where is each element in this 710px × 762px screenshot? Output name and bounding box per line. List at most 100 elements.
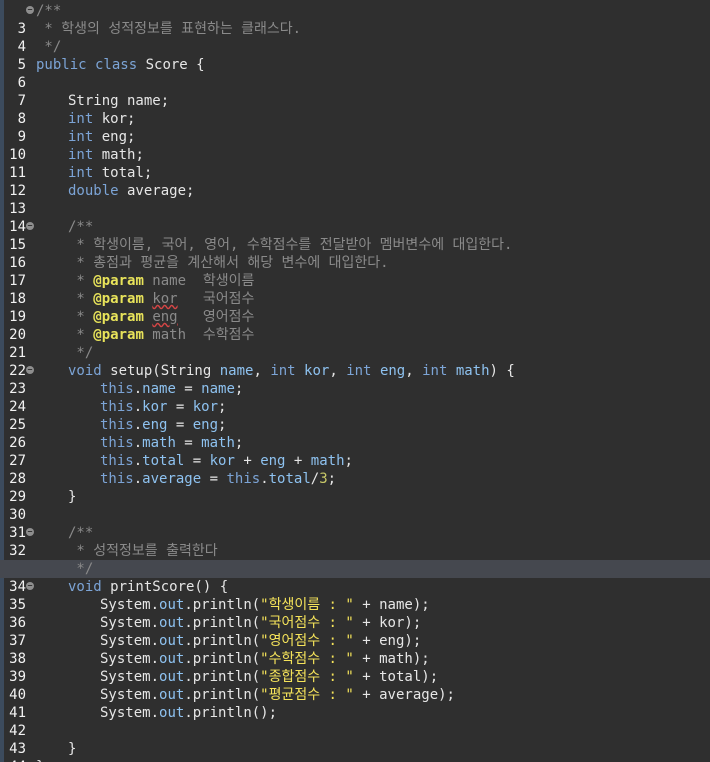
code-line-37[interactable]: 37 System.out.println("국어점수 : " + kor);	[0, 614, 710, 649]
param-token: name	[219, 363, 254, 379]
code-text: + kor);	[353, 615, 422, 631]
code-line-14[interactable]: 14	[0, 200, 710, 235]
code-line-19[interactable]: 19 * @param kor 국어점수	[0, 290, 710, 325]
code-line-29[interactable]: 29 this.average = this.total/3;	[0, 470, 710, 505]
code-text: ;	[234, 435, 244, 451]
code-text: ,	[253, 363, 271, 379]
code-line-23[interactable]: 23 − void setup(String name, int kor, in…	[0, 362, 710, 397]
code-line-30[interactable]: 30 }	[0, 488, 710, 523]
code-text: }	[68, 489, 77, 505]
code-line-4[interactable]: 4 * 학생의 성적정보를 표현하는 클래스다.	[0, 20, 710, 55]
comment-text: *	[68, 309, 94, 325]
code-line-35[interactable]: 35 − void printScore() {	[0, 578, 710, 613]
code-line-34-current[interactable]: 34 */	[0, 560, 710, 595]
javadoc-tag: @param	[93, 309, 144, 325]
fold-collapse-icon[interactable]: −	[26, 528, 34, 536]
param-token: eng	[260, 453, 286, 469]
comment-text: /**	[68, 525, 94, 541]
code-line-28[interactable]: 28 this.total = kor + eng + math;	[0, 452, 710, 487]
code-text: System.	[100, 669, 160, 685]
code-line-45[interactable]: 45 }	[0, 758, 710, 762]
comment-text: *	[68, 327, 94, 343]
spelling-warning-word[interactable]: kor	[152, 291, 177, 307]
javadoc-tag: @param	[93, 273, 144, 289]
code-text: .println(	[184, 597, 261, 613]
fold-collapse-icon[interactable]: −	[26, 222, 34, 230]
comment-text: */	[68, 345, 94, 361]
code-line-27[interactable]: 27 this.math = math;	[0, 434, 710, 469]
code-line-24[interactable]: 24 this.name = name;	[0, 380, 710, 415]
code-line-44[interactable]: 44 }	[0, 740, 710, 762]
field-token: out	[159, 705, 185, 721]
class-decl-text: Score {	[137, 57, 205, 73]
code-line-20[interactable]: 20 * @param eng 영어점수	[0, 308, 710, 343]
code-text: +	[234, 453, 261, 469]
code-text: =	[201, 471, 227, 487]
field-token: out	[159, 597, 185, 613]
code-line-39[interactable]: 39 System.out.println("수학점수 : " + math);	[0, 650, 710, 685]
code-line-41[interactable]: 41 System.out.println("평균점수 : " + averag…	[0, 686, 710, 721]
code-line-3[interactable]: 3 − /**	[0, 2, 710, 37]
keyword-token: this	[226, 471, 261, 487]
keyword-token: this	[100, 417, 134, 433]
keyword-token: int	[422, 363, 448, 379]
code-text: =	[167, 417, 193, 433]
code-line-10[interactable]: 10 int eng;	[0, 128, 710, 163]
code-line-31[interactable]: 31	[0, 506, 710, 541]
code-line-36[interactable]: 36 System.out.println("학생이름 : " + name);	[0, 596, 710, 631]
code-text: ) {	[489, 363, 515, 379]
code-text: .println(	[184, 687, 261, 703]
code-line-13[interactable]: 13 double average;	[0, 182, 710, 217]
code-line-5[interactable]: 5 */	[0, 38, 710, 73]
code-text: .	[133, 453, 143, 469]
fold-collapse-icon[interactable]: −	[26, 582, 34, 590]
code-line-42[interactable]: 42 System.out.println();	[0, 704, 710, 739]
code-line-33[interactable]: 33 * 성적정보를 출력한다	[0, 542, 710, 577]
code-text: .	[260, 471, 269, 487]
code-line-17[interactable]: 17 * 총점과 평균을 계산해서 해당 변수에 대입한다.	[0, 254, 710, 289]
field-token: out	[159, 615, 185, 631]
code-line-21[interactable]: 21 * @param math 수학점수	[0, 326, 710, 361]
param-token: eng	[192, 417, 219, 433]
code-text: =	[167, 399, 193, 415]
code-line-11[interactable]: 11 int math;	[0, 146, 710, 181]
code-line-18[interactable]: 18 * @param name 학생이름	[0, 272, 710, 307]
fold-collapse-icon[interactable]: −	[26, 6, 34, 14]
code-line-22[interactable]: 22 */	[0, 344, 710, 379]
comment-text: name 학생이름	[143, 273, 255, 289]
code-line-43[interactable]: 43	[0, 722, 710, 757]
code-text: .println(	[184, 669, 261, 685]
param-token: kor	[209, 453, 235, 469]
comment-text: * 성적정보를 출력한다	[68, 543, 218, 559]
code-text: .	[133, 399, 143, 415]
field-token: out	[159, 633, 185, 649]
code-text: .	[133, 417, 143, 433]
spelling-warning-word[interactable]: eng	[152, 309, 177, 325]
code-line-25[interactable]: 25 this.kor = kor;	[0, 398, 710, 433]
keyword-token: int	[270, 363, 296, 379]
comment-text: */	[36, 39, 62, 55]
comment-text: /**	[68, 219, 94, 235]
code-line-12[interactable]: 12 int total;	[0, 164, 710, 199]
code-line-32[interactable]: 32 − /**	[0, 524, 710, 559]
code-line-26[interactable]: 26 this.eng = eng;	[0, 416, 710, 451]
string-literal: "학생이름 : "	[260, 597, 354, 613]
code-line-9[interactable]: 9 int kor;	[0, 110, 710, 145]
string-literal: "종합점수 : "	[260, 669, 354, 685]
code-line-38[interactable]: 38 System.out.println("영어점수 : " + eng);	[0, 632, 710, 667]
code-text: ;	[344, 453, 353, 469]
param-token: kor	[304, 363, 330, 379]
code-line-16[interactable]: 16 * 학생이름, 국어, 영어, 수학점수를 전달받아 멤버변수에 대입한다…	[0, 236, 710, 271]
param-token: math	[455, 363, 490, 379]
code-line-15[interactable]: 15 − /**	[0, 218, 710, 253]
code-editor[interactable]: 3 − /** 4 * 학생의 성적정보를 표현하는 클래스다. 5 */ 6 …	[0, 0, 710, 762]
code-line-7[interactable]: 7	[0, 74, 710, 109]
keyword-token: public class	[36, 57, 138, 73]
keyword-token: this	[100, 471, 134, 487]
code-line-6[interactable]: 6 public class Score {	[0, 56, 710, 91]
code-line-40[interactable]: 40 System.out.println("종합점수 : " + total)…	[0, 668, 710, 703]
field-token: average	[142, 471, 202, 487]
fold-collapse-icon[interactable]: −	[26, 366, 34, 374]
code-line-8[interactable]: 8 String name;	[0, 92, 710, 127]
